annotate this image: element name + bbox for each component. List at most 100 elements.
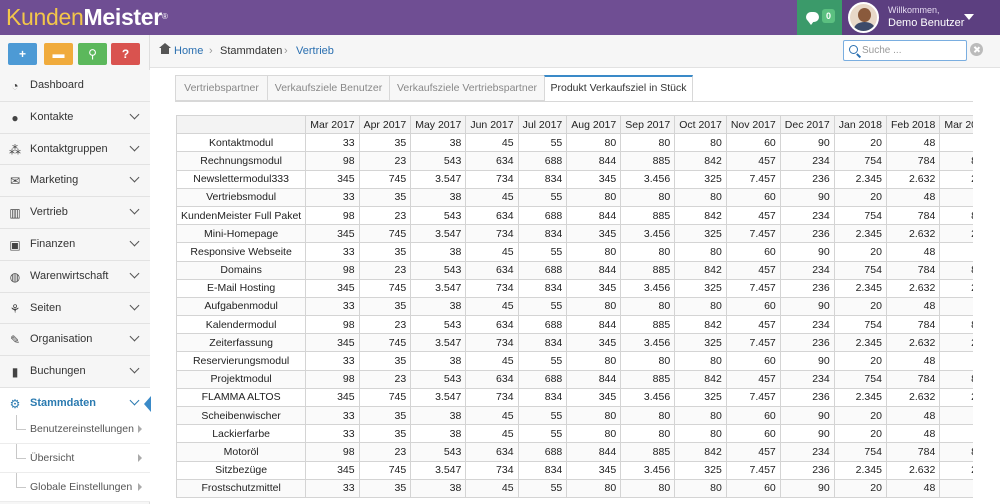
target-value-cell[interactable]: 23	[358, 205, 412, 226]
quick-help-button[interactable]: ?	[111, 43, 140, 65]
target-value-cell[interactable]: 264	[939, 460, 973, 480]
target-value-cell[interactable]: 38	[410, 478, 467, 498]
target-value-cell[interactable]: 3.547	[410, 460, 467, 480]
search-box[interactable]	[843, 40, 967, 61]
target-value-cell[interactable]: 80	[566, 351, 622, 371]
target-value-cell[interactable]: 345	[305, 224, 360, 244]
target-value-cell[interactable]: 60	[725, 187, 781, 207]
target-value-cell[interactable]: 844	[566, 260, 622, 280]
target-value-cell[interactable]: 842	[674, 315, 727, 335]
target-value-cell[interactable]: 45	[465, 351, 519, 371]
target-value-cell[interactable]: 634	[465, 315, 519, 335]
target-value-cell[interactable]: 745	[358, 224, 412, 244]
column-header-month[interactable]: Apr 2017	[358, 115, 412, 135]
target-value-cell[interactable]: 745	[358, 169, 412, 189]
sidebar-item-seiten[interactable]: ⚘ Seiten	[0, 292, 150, 325]
target-value-cell[interactable]: 33	[305, 296, 360, 317]
target-value-cell[interactable]: 2.345	[833, 333, 887, 353]
sidebar-item-vertrieb[interactable]: ▥ Vertrieb	[0, 197, 150, 229]
target-value-cell[interactable]: 33	[305, 424, 360, 444]
target-value-cell[interactable]: 35	[358, 351, 412, 371]
target-value-cell[interactable]: 543	[410, 442, 467, 462]
target-value-cell[interactable]: 325	[674, 333, 727, 353]
target-value-cell[interactable]: 854	[939, 260, 973, 280]
column-header-month[interactable]: Dec 2017	[779, 115, 835, 135]
target-value-cell[interactable]: 98	[305, 315, 360, 335]
target-value-cell[interactable]: 345	[566, 224, 622, 244]
column-header-month[interactable]: Jun 2017	[465, 115, 519, 135]
target-value-cell[interactable]: 2.345	[833, 224, 887, 244]
target-value-cell[interactable]: 48	[885, 405, 941, 426]
target-value-cell[interactable]: 20	[833, 478, 887, 498]
target-value-cell[interactable]: 55	[517, 242, 568, 262]
target-value-cell[interactable]: 688	[517, 442, 568, 462]
target-value-cell[interactable]: 98	[305, 369, 360, 389]
target-value-cell[interactable]: 885	[620, 205, 676, 226]
target-value-cell[interactable]: 20	[833, 296, 887, 317]
target-value-cell[interactable]: 543	[410, 315, 467, 335]
target-value-cell[interactable]: 48	[885, 133, 941, 153]
target-value-cell[interactable]: 45	[465, 296, 519, 317]
sidebar-item-marketing[interactable]: ✉ Marketing	[0, 165, 150, 198]
sidebar-item-finanzen[interactable]: ▣ Finanzen	[0, 228, 150, 261]
target-value-cell[interactable]: 457	[725, 315, 781, 335]
target-value-cell[interactable]: 55	[517, 478, 568, 498]
target-value-cell[interactable]: 345	[305, 460, 360, 480]
target-value-cell[interactable]: 842	[674, 205, 727, 226]
target-value-cell[interactable]: 688	[517, 369, 568, 389]
target-value-cell[interactable]: 842	[674, 442, 727, 462]
target-value-cell[interactable]: 45	[465, 424, 519, 444]
target-value-cell[interactable]: 854	[939, 315, 973, 335]
sidebar-item-dashboard[interactable]: ◔ Dashboard	[0, 70, 150, 102]
target-value-cell[interactable]: 23	[358, 442, 412, 462]
quick-add-button[interactable]: +	[8, 43, 37, 65]
target-value-cell[interactable]: 745	[358, 460, 412, 480]
target-value-cell[interactable]: 48	[885, 351, 941, 371]
column-header-month[interactable]: Mar 2018	[939, 115, 973, 135]
target-value-cell[interactable]: 844	[566, 205, 622, 226]
target-value-cell[interactable]: 2.632	[885, 333, 941, 353]
target-value-cell[interactable]: 48	[885, 424, 941, 444]
target-value-cell[interactable]: 38	[410, 424, 467, 444]
target-value-cell[interactable]: 53	[939, 133, 973, 153]
target-value-cell[interactable]: 48	[885, 296, 941, 317]
target-value-cell[interactable]: 7.457	[725, 333, 781, 353]
target-value-cell[interactable]: 234	[779, 151, 835, 171]
target-value-cell[interactable]: 688	[517, 205, 568, 226]
sidebar-item-organisation[interactable]: ✎ Organisation	[0, 324, 150, 357]
target-value-cell[interactable]: 754	[833, 315, 887, 335]
column-header-month[interactable]: Mar 2017	[305, 115, 360, 135]
target-value-cell[interactable]: 38	[410, 296, 467, 317]
target-value-cell[interactable]: 2.632	[885, 387, 941, 408]
tab-vertriebspartner[interactable]: Vertriebspartner	[175, 75, 268, 101]
target-value-cell[interactable]: 236	[779, 387, 835, 408]
target-value-cell[interactable]: 842	[674, 260, 727, 280]
target-value-cell[interactable]: 634	[465, 151, 519, 171]
tab-produkt-verkaufsziel[interactable]: Produkt Verkaufsziel in Stück	[544, 75, 693, 102]
target-value-cell[interactable]: 457	[725, 205, 781, 226]
target-value-cell[interactable]: 3.456	[620, 224, 676, 244]
target-value-cell[interactable]: 2.345	[833, 387, 887, 408]
target-value-cell[interactable]: 45	[465, 405, 519, 426]
target-value-cell[interactable]: 2.632	[885, 169, 941, 189]
target-value-cell[interactable]: 55	[517, 424, 568, 444]
target-value-cell[interactable]: 7.457	[725, 224, 781, 244]
target-value-cell[interactable]: 80	[620, 133, 676, 153]
target-value-cell[interactable]: 80	[620, 478, 676, 498]
target-value-cell[interactable]: 784	[885, 151, 941, 171]
target-value-cell[interactable]: 3.456	[620, 278, 676, 298]
target-value-cell[interactable]: 457	[725, 151, 781, 171]
sidebar-subitem-benutzereinstellungen[interactable]: Benutzereinstellungen	[0, 415, 150, 444]
target-value-cell[interactable]: 45	[465, 242, 519, 262]
target-value-cell[interactable]: 236	[779, 460, 835, 480]
target-value-cell[interactable]: 60	[725, 242, 781, 262]
target-value-cell[interactable]: 234	[779, 315, 835, 335]
target-value-cell[interactable]: 55	[517, 405, 568, 426]
target-value-cell[interactable]: 345	[305, 169, 360, 189]
target-value-cell[interactable]: 55	[517, 133, 568, 153]
search-input[interactable]	[862, 43, 962, 58]
target-value-cell[interactable]: 90	[779, 351, 835, 371]
sidebar-subitem-uebersicht[interactable]: Übersicht	[0, 444, 150, 473]
target-value-cell[interactable]: 734	[465, 387, 519, 408]
target-value-cell[interactable]: 80	[566, 133, 622, 153]
